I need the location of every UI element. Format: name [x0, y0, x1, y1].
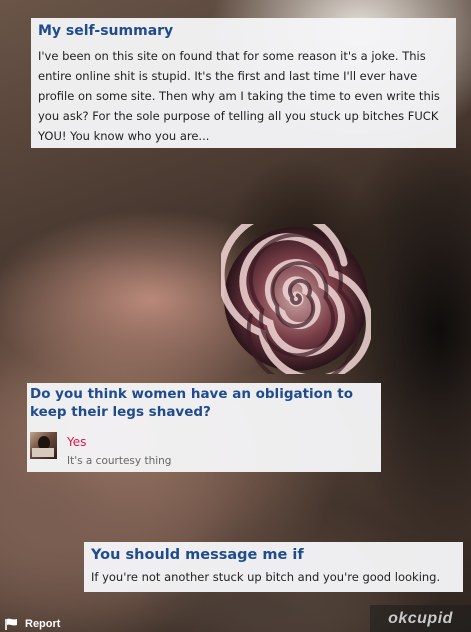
answer-row: Yes It's a courtesy thing: [30, 430, 171, 467]
self-summary-text: I've been on this site on found that for…: [38, 49, 440, 143]
swirl-face-obscure: [221, 224, 371, 374]
avatar[interactable]: [30, 432, 57, 459]
avatar-figure-base: [32, 448, 54, 457]
okcupid-logo: okcupid: [370, 605, 471, 632]
self-summary-card: My self-summary I've been on this site o…: [31, 18, 456, 148]
report-link[interactable]: Report: [5, 618, 60, 630]
message-me-if-card: You should message me if If you're not a…: [84, 542, 463, 592]
answer-text: Yes It's a courtesy thing: [67, 430, 171, 467]
answer-value: Yes: [67, 435, 87, 449]
question-heading: Do you think women have an obligation to…: [30, 386, 353, 420]
self-summary-heading: My self-summary: [38, 23, 174, 39]
answer-explanation: It's a courtesy thing: [67, 455, 172, 467]
flag-icon: [5, 618, 17, 630]
report-label: Report: [25, 618, 61, 630]
message-me-if-text: If you're not another stuck up bitch and…: [91, 570, 441, 584]
message-me-if-heading: You should message me if: [91, 547, 304, 563]
question-card: Do you think women have an obligation to…: [27, 383, 381, 472]
